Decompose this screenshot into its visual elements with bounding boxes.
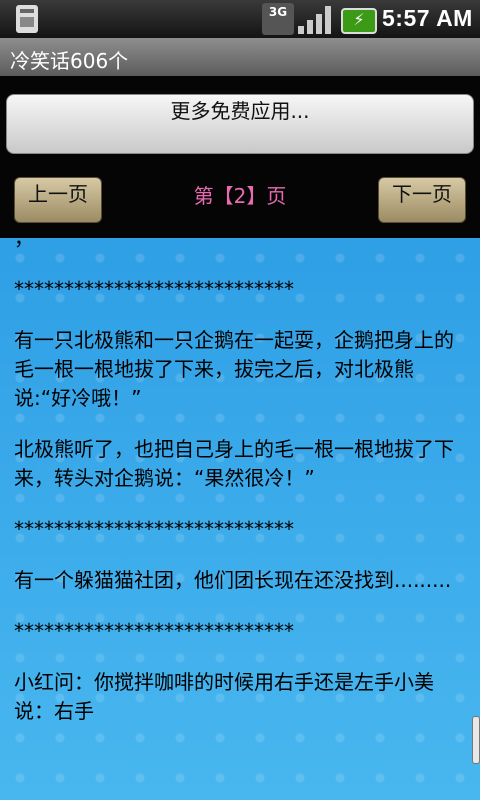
separator-line: **************************** <box>14 619 294 643</box>
content-paragraph: 有一只北极熊和一只企鹅在一起耍，企鹅把身上的毛一根一根地拔了下来，拔完之后，对北… <box>14 328 454 410</box>
content-paragraph: 北极熊听了，也把自己身上的毛一根一根地拔了下来，转头对企鹅说：“果然很冷！” <box>14 437 454 490</box>
toolbar-area: 更多免费应用... 上一页 第【2】页 下一页 <box>0 76 480 238</box>
joke-content-area[interactable]: ， **************************** 有一只北极熊和一只… <box>0 238 480 800</box>
network-label: 3G <box>268 5 288 19</box>
joke-text: ， **************************** 有一只北极熊和一只… <box>14 238 454 748</box>
page-indicator: 第【2】页 <box>193 184 287 208</box>
3g-icon: 3G <box>262 3 294 35</box>
content-paragraph: ， <box>14 238 34 250</box>
app-title: 冷笑话606个 <box>10 49 129 73</box>
scrollbar-thumb[interactable] <box>472 716 480 764</box>
more-apps-button[interactable]: 更多免费应用... <box>6 94 474 154</box>
content-paragraph: 小红问：你搅拌咖啡的时候用右手还是左手小美说：右手 <box>14 670 434 723</box>
next-page-button[interactable]: 下一页 <box>378 177 466 223</box>
app-title-bar: 冷笑话606个 <box>0 38 480 76</box>
sd-card-icon <box>16 5 38 33</box>
separator-line: **************************** <box>14 517 294 541</box>
status-time: 5:57 AM <box>382 5 473 31</box>
content-paragraph: 有一个躲猫猫社团，他们团长现在还没找到......... <box>14 568 452 592</box>
status-bar: 3G ⚡ 5:57 AM <box>0 0 480 38</box>
battery-icon: ⚡ <box>341 8 377 34</box>
prev-page-button[interactable]: 上一页 <box>14 177 102 223</box>
signal-icon <box>298 4 334 34</box>
separator-line: **************************** <box>14 277 294 301</box>
